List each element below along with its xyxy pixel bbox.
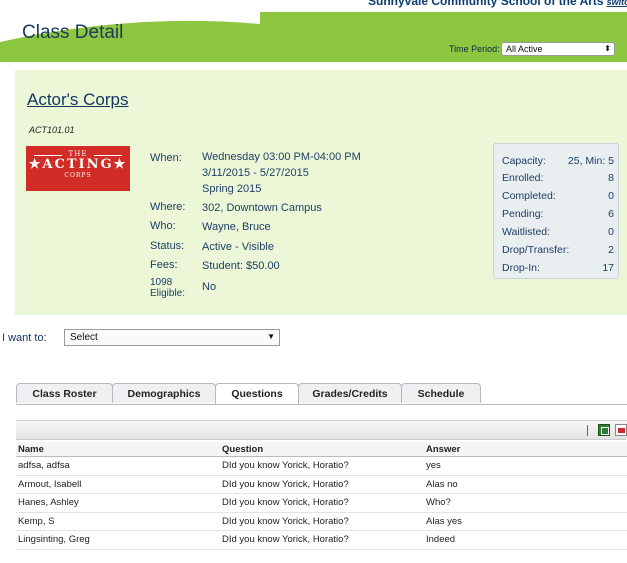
fees-label: Fees: [150,259,178,271]
eligible-label-2: Eligible: [150,288,186,299]
when-dates: 3/11/2015 - 5/27/2015 [202,167,309,179]
cell-question: DId you know Yorick, Horatio? [220,493,424,513]
tab-questions[interactable]: Questions [215,383,299,405]
table-row[interactable]: Lingsinting, Greg DId you know Yorick, H… [16,530,627,550]
switch-link[interactable]: switch [607,0,627,7]
select-arrows-icon: ⬍ [604,44,611,53]
tab-bar: Class Roster Demographics Questions Grad… [16,383,627,405]
when-label: When: [150,152,182,164]
stat-pending: Pending: 6 [502,208,614,220]
table-toolbar [16,420,627,440]
cell-name: Lingsinting, Greg [16,530,220,550]
status-label: Status: [150,240,185,252]
questions-table: Name Question Answer adfsa, adfsa DId yo… [16,442,627,550]
stat-waitlisted: Waitlisted: 0 [502,226,614,238]
table-row[interactable]: Armout, Isabell DId you know Yorick, Hor… [16,475,627,494]
course-code: ACT101.01 [29,125,75,135]
cell-question: DId you know Yorick, Horatio? [220,512,424,531]
stat-completed: Completed: 0 [502,190,614,202]
cell-answer: Alas yes [424,512,627,531]
cell-name: Armout, Isabell [16,475,220,494]
action-select-value: Select [70,332,98,343]
organization-name: Sunnyvale Community School of the Arts sw… [368,0,627,8]
course-title-link[interactable]: Actor's Corps [27,90,129,110]
where-label: Where: [150,201,186,213]
pdf-export-icon[interactable] [615,424,627,436]
eligible-label-1: 1098 [150,277,173,288]
table-row[interactable]: adfsa, adfsa DId you know Yorick, Horati… [16,456,627,476]
tab-class-roster[interactable]: Class Roster [16,383,113,403]
time-period-label: Time Period: [449,44,500,54]
column-header-question[interactable]: Question [220,442,424,457]
fees-value: Student: $50.00 [202,260,280,272]
cell-question: DId you know Yorick, Horatio? [220,456,424,476]
cell-answer: Indeed [424,530,627,550]
stat-drop-transfer: Drop/Transfer: 2 [502,244,614,256]
page-title: Class Detail [22,22,124,43]
cell-question: DId you know Yorick, Horatio? [220,475,424,494]
cell-answer: Alas no [424,475,627,494]
tab-divider [16,404,627,405]
action-select[interactable]: Select ▼ [64,329,280,346]
stat-enrolled: Enrolled: 8 [502,172,614,184]
stat-capacity: Capacity: 25, Min: 5 [502,155,614,167]
acting-corps-logo: THE ★ACTING★ CORPS [26,146,130,191]
column-header-answer[interactable]: Answer [424,442,627,457]
enrollment-stats-box: Capacity: 25, Min: 5 Enrolled: 8 Completed… [493,143,619,279]
cell-answer: yes [424,456,627,476]
who-label: Who: [150,220,176,232]
eligible-value: No [202,281,217,293]
cell-name: Kemp, S [16,512,220,531]
when-term: Spring 2015 [202,183,262,195]
table-row[interactable]: Kemp, S DId you know Yorick, Horatio? Al… [16,512,627,531]
tab-schedule[interactable]: Schedule [401,383,481,403]
chevron-down-icon: ▼ [267,332,275,341]
i-want-to-label: I want to: [2,332,47,344]
toolbar-separator [587,425,588,436]
cell-name: adfsa, adfsa [16,456,220,476]
column-header-name[interactable]: Name [16,442,220,457]
cell-question: DId you know Yorick, Horatio? [220,530,424,550]
when-time: Wednesday 03:00 PM-04:00 PM [202,151,361,163]
where-value: 302, Downtown Campus [202,202,322,214]
tab-grades-credits[interactable]: Grades/Credits [298,383,402,403]
who-value: Wayne, Bruce [202,221,271,233]
tab-demographics[interactable]: Demographics [112,383,216,403]
cell-answer: Who? [424,493,627,513]
table-header-row: Name Question Answer [16,442,627,457]
time-period-value: All Active [506,44,543,54]
class-detail-panel: Actor's Corps ACT101.01 THE ★ACTING★ COR… [15,70,627,315]
excel-export-icon[interactable] [598,424,610,436]
status-value: Active - Visible [202,241,274,253]
time-period-select[interactable]: All Active ⬍ [501,42,615,56]
stat-drop-in: Drop-In: 17 [502,262,614,274]
cell-name: Hanes, Ashley [16,493,220,513]
table-row[interactable]: Hanes, Ashley DId you know Yorick, Horat… [16,493,627,513]
